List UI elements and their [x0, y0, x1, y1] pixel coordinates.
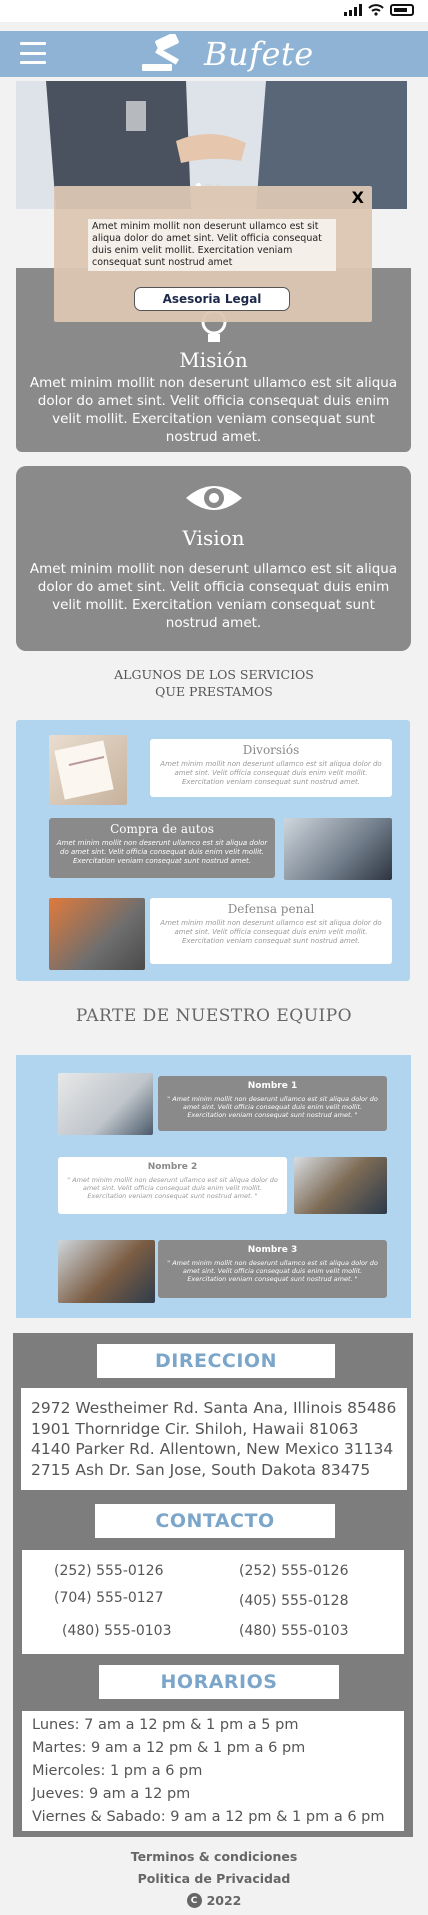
hours-line: Viernes & Sabado: 9 am a 12 pm & 1 pm a …: [32, 1809, 385, 1825]
phone-link[interactable]: (252) 555-0126: [239, 1563, 349, 1579]
team-member-name: Nombre 3: [247, 1245, 298, 1255]
service-card[interactable]: Divorsiós Amet minim mollit non deserunt…: [150, 739, 392, 797]
signal-icon: [344, 4, 362, 16]
team-member-quote: " Amet minim mollit non deserunt ullamco…: [167, 1259, 378, 1283]
status-bar: [0, 0, 428, 22]
phone-link[interactable]: (704) 555-0127: [54, 1590, 164, 1606]
services-title-line2: QUE PRESTAMOS: [155, 684, 273, 699]
team-photo: [58, 1240, 155, 1303]
contacto-title: CONTACTO: [95, 1504, 335, 1538]
services-title: ALGUNOS DE LOS SERVICIOS QUE PRESTAMOS: [0, 666, 428, 700]
team-card: Nombre 2 " Amet minim mollit non deserun…: [58, 1157, 287, 1214]
copyright-icon: C: [186, 1893, 202, 1908]
battery-icon: [390, 4, 414, 16]
team-member-quote: " Amet minim mollit non deserunt ullamco…: [167, 1095, 378, 1119]
vision-card: Vision Amet minim mollit non deserunt ul…: [16, 466, 411, 651]
team-photo: [294, 1157, 387, 1214]
phone-link[interactable]: (252) 555-0126: [54, 1563, 164, 1579]
hours-line: Miercoles: 1 pm a 6 pm: [32, 1763, 203, 1779]
close-icon[interactable]: X: [352, 188, 364, 207]
service-card[interactable]: Compra de autos Amet minim mollit non de…: [49, 818, 275, 878]
team-card: Nombre 1 " Amet minim mollit non deserun…: [158, 1076, 387, 1131]
car-purchase-photo: [284, 818, 392, 880]
service-title: Compra de autos: [110, 822, 214, 836]
brand-logo[interactable]: Bufete: [140, 33, 314, 75]
team-member-quote: " Amet minim mollit non deserunt ullamco…: [67, 1176, 278, 1200]
team-member-name: Nombre 1: [247, 1081, 298, 1091]
phone-link[interactable]: (480) 555-0103: [62, 1623, 172, 1639]
address-line: 1901 Thornridge Cir. Shiloh, Hawaii 8106…: [31, 1419, 359, 1438]
service-text: Amet minim mollit non deserunt ullamco e…: [160, 919, 382, 945]
hamburger-icon[interactable]: [20, 42, 46, 64]
vision-text: Amet minim mollit non deserunt ullamco e…: [29, 561, 398, 631]
modal-text: Amet minim mollit non deserunt ullamco e…: [88, 219, 336, 271]
team-title: PARTE DE NUESTRO EQUIPO: [75, 1006, 353, 1026]
horarios-section: HORARIOS Lunes: 7 am a 12 pm & 1 pm a 5 …: [13, 1660, 413, 1837]
team-section: Nombre 1 " Amet minim mollit non deserun…: [16, 1055, 411, 1318]
gavel-icon: [142, 34, 179, 71]
horarios-title: HORARIOS: [99, 1665, 339, 1699]
divorce-photo: [49, 735, 127, 805]
service-title: Defensa penal: [227, 902, 315, 916]
legal-advice-modal: X Amet minim mollit non deserunt ullamco…: [54, 186, 372, 322]
terms-link[interactable]: Terminos & condiciones: [0, 1849, 428, 1864]
vision-title: Vision: [182, 526, 245, 550]
team-card: Nombre 3 " Amet minim mollit non deserun…: [158, 1240, 387, 1298]
direccion-section: DIRECCION 2972 Westheimer Rd. Santa Ana,…: [13, 1333, 413, 1510]
address-line: 2972 Westheimer Rd. Santa Ana, Illinois …: [31, 1399, 397, 1417]
contacto-list: (252) 555-0126 (252) 555-0126 (704) 555-…: [22, 1550, 404, 1654]
horarios-list: Lunes: 7 am a 12 pm & 1 pm a 5 pm Martes…: [22, 1711, 404, 1831]
hours-line: Jueves: 9 am a 12 pm: [32, 1786, 191, 1802]
phone-link[interactable]: (405) 555-0128: [239, 1593, 349, 1609]
services-title-line1: ALGUNOS DE LOS SERVICIOS: [114, 667, 314, 682]
hours-line: Martes: 9 am a 12 pm & 1 pm a 6 pm: [32, 1740, 306, 1756]
copyright-year: 2022: [206, 1893, 242, 1908]
brand-name: Bufete: [204, 35, 314, 73]
wifi-icon: [368, 4, 384, 16]
service-card[interactable]: Defensa penal Amet minim mollit non dese…: [150, 898, 392, 964]
eye-icon: [186, 486, 242, 510]
services-section: Divorsiós Amet minim mollit non deserunt…: [16, 720, 410, 981]
privacy-link[interactable]: Politica de Privacidad: [0, 1871, 428, 1886]
mision-title: Misión: [179, 348, 248, 372]
service-text: Amet minim mollit non deserunt ullamco e…: [160, 760, 382, 786]
phone-link[interactable]: (480) 555-0103: [239, 1623, 349, 1639]
service-title: Divorsiós: [242, 743, 300, 757]
copyright: C 2022: [0, 1893, 428, 1908]
team-member-name: Nombre 2: [147, 1162, 198, 1172]
address-line: 4140 Parker Rd. Allentown, New Mexico 31…: [31, 1440, 394, 1458]
direccion-title: DIRECCION: [97, 1344, 335, 1378]
address-line: 2715 Ash Dr. San Jose, South Dakota 8347…: [31, 1460, 371, 1479]
direccion-list: 2972 Westheimer Rd. Santa Ana, Illinois …: [21, 1388, 407, 1490]
criminal-defense-photo: [49, 898, 145, 970]
hours-line: Lunes: 7 am a 12 pm & 1 pm a 5 pm: [32, 1717, 299, 1733]
asesoria-legal-button[interactable]: Asesoria Legal: [134, 287, 290, 311]
app-header: Bufete: [0, 31, 428, 77]
mision-text: Amet minim mollit non deserunt ullamco e…: [29, 375, 398, 445]
service-text: Amet minim mollit non deserunt ullamco e…: [56, 839, 268, 865]
contacto-section: CONTACTO (252) 555-0126 (252) 555-0126 (…: [13, 1496, 413, 1662]
team-photo: [58, 1073, 153, 1135]
